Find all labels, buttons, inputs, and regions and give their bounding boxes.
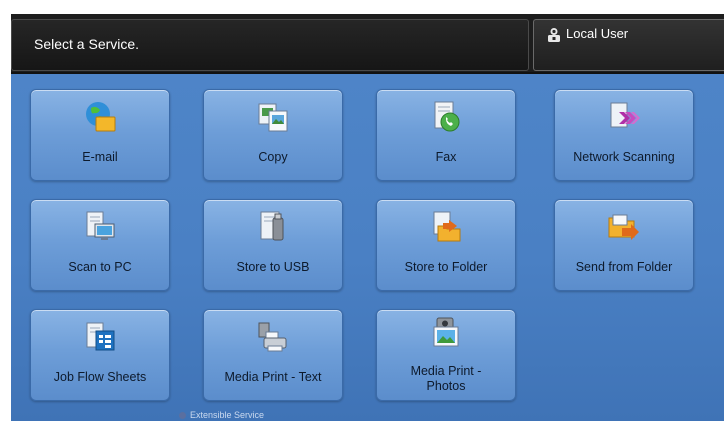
email-globe-icon	[86, 102, 116, 132]
scan-to-pc-icon	[86, 211, 115, 240]
copy-tile[interactable]: Copy	[203, 89, 343, 181]
tile-label: Fax	[435, 150, 457, 164]
media-print-text-tile[interactable]: Media Print - Text	[203, 309, 343, 401]
network-scanning-icon	[610, 102, 640, 128]
copy-icon	[258, 103, 288, 132]
extensible-service-dot-icon	[179, 412, 186, 419]
fax-tile[interactable]: Fax	[376, 89, 516, 181]
prompt-panel: Select a Service.	[11, 19, 529, 71]
tile-label-text: Media Print - Photos	[410, 364, 482, 393]
tile-label: Scan to PC	[68, 260, 132, 274]
user-lock-icon	[548, 28, 560, 42]
store-to-folder-tile[interactable]: Store to Folder	[376, 199, 516, 291]
job-flow-sheets-tile[interactable]: Job Flow Sheets	[30, 309, 170, 401]
fax-phone-icon	[434, 101, 460, 132]
local-user-button[interactable]: Local User	[533, 19, 724, 71]
tile-label: E-mail	[82, 150, 118, 164]
job-flow-sheets-icon	[86, 322, 115, 351]
media-print-photos-icon	[433, 317, 459, 347]
store-to-folder-icon	[433, 211, 461, 242]
tile-label: Store to USB	[236, 260, 310, 274]
send-from-folder-icon	[608, 214, 639, 240]
tile-label: Copy	[258, 150, 288, 164]
page-title: Select a Service.	[34, 36, 140, 52]
store-to-usb-tile[interactable]: Store to USB	[203, 199, 343, 291]
user-label: Local User	[566, 26, 629, 41]
send-from-folder-tile[interactable]: Send from Folder	[554, 199, 694, 291]
store-to-usb-icon	[260, 211, 284, 241]
network-scanning-tile[interactable]: Network Scanning	[554, 89, 694, 181]
email-tile[interactable]: E-mail	[30, 89, 170, 181]
tile-label: Job Flow Sheets	[53, 370, 147, 384]
tile-label: Send from Folder	[575, 260, 673, 274]
tile-label: Store to Folder	[404, 260, 488, 274]
scan-to-pc-tile[interactable]: Scan to PC	[30, 199, 170, 291]
extensible-service-link[interactable]: Extensible Service	[190, 410, 264, 420]
tile-label: Media Print - Text	[224, 370, 322, 384]
tile-label: Network Scanning	[573, 150, 675, 164]
media-print-photos-tile[interactable]: Media Print - Photos	[376, 309, 516, 401]
tile-label: Media Print - Photos	[377, 364, 515, 394]
media-print-text-icon	[258, 322, 287, 352]
